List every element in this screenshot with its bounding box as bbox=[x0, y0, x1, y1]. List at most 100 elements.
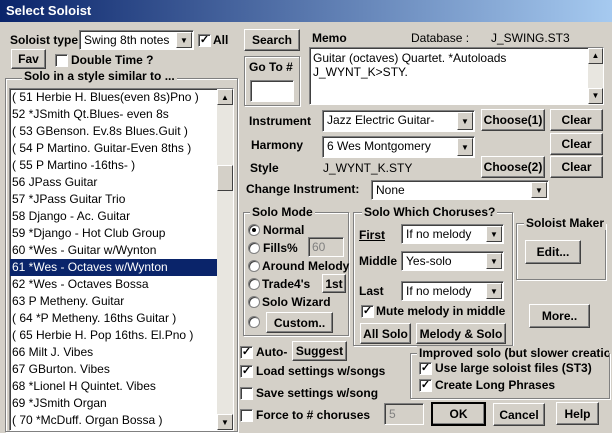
harmony-chevron-down-icon[interactable]: ▼ bbox=[457, 138, 473, 156]
fills-radio[interactable] bbox=[248, 242, 260, 254]
solo-list-header: Solo in a style similar to ... bbox=[22, 69, 177, 83]
list-item[interactable]: 69 *JSmith Organ bbox=[10, 395, 218, 412]
memo-scroll-down-icon[interactable]: ▼ bbox=[588, 88, 603, 104]
fills-percent-input[interactable]: 60 bbox=[308, 237, 344, 257]
last-chevron-down-icon[interactable]: ▼ bbox=[486, 283, 502, 299]
list-item[interactable]: ( 51 Herbie H. Blues(even 8s)Pno ) bbox=[10, 89, 218, 106]
list-item[interactable]: ( 64 *P Metheny. 16ths Guitar ) bbox=[10, 310, 218, 327]
choose-instrument-button[interactable]: Choose(1) bbox=[481, 109, 545, 131]
soloist-maker-title: Soloist Maker bbox=[524, 216, 607, 230]
scroll-down-icon[interactable]: ▼ bbox=[217, 414, 233, 430]
soloist-type-label: Soloist type bbox=[10, 33, 79, 47]
fav-button[interactable]: Fav bbox=[11, 49, 46, 69]
custom-button[interactable]: Custom.. bbox=[266, 312, 333, 333]
goto-input[interactable] bbox=[250, 80, 294, 102]
soloist-listbox[interactable]: ( 51 Herbie H. Blues(even 8s)Pno ) 52 *JS… bbox=[9, 88, 234, 431]
all-checkbox[interactable]: ✓ bbox=[198, 34, 211, 47]
more-button[interactable]: More.. bbox=[529, 304, 590, 328]
save-settings-label: Save settings w/song bbox=[256, 386, 379, 400]
improved-solo-title: Improved solo (but slower creation) bbox=[417, 346, 609, 360]
instrument-select[interactable]: Jazz Electric Guitar- ▼ bbox=[322, 110, 475, 132]
clear-style-button[interactable]: Clear bbox=[550, 156, 603, 178]
first-chevron-down-icon[interactable]: ▼ bbox=[486, 226, 502, 242]
long-phrases-checkbox[interactable]: ✓ bbox=[419, 379, 432, 392]
memo-scroll-up-icon[interactable]: ▲ bbox=[588, 48, 603, 64]
first-chorus-select[interactable]: If no melody ▼ bbox=[401, 224, 504, 244]
load-settings-checkbox[interactable]: ✓ bbox=[240, 365, 253, 378]
list-item[interactable]: 63 P Metheny. Guitar bbox=[10, 293, 218, 310]
database-label: Database : bbox=[411, 31, 470, 45]
instrument-chevron-down-icon[interactable]: ▼ bbox=[457, 112, 473, 130]
trade-first-button[interactable]: 1st bbox=[322, 274, 346, 293]
list-item[interactable]: 59 *Django - Hot Club Group bbox=[10, 225, 218, 242]
auto-checkbox[interactable]: ✓ bbox=[240, 346, 253, 359]
harmony-select[interactable]: 6 Wes Montgomery ▼ bbox=[322, 136, 475, 158]
ok-button[interactable]: OK bbox=[431, 402, 486, 426]
list-scrollbar[interactable]: ▲ ▼ bbox=[217, 89, 233, 430]
list-item[interactable]: ( 65 Herbie H. Pop 16ths. El.Pno ) bbox=[10, 327, 218, 344]
choruses-title: Solo Which Choruses? bbox=[362, 205, 498, 219]
suggest-button[interactable]: Suggest bbox=[292, 341, 347, 361]
force-choruses-checkbox[interactable] bbox=[240, 409, 253, 422]
all-label: All bbox=[213, 33, 229, 47]
select-soloist-dialog: Select Soloist Soloist type Swing 8th no… bbox=[0, 0, 612, 433]
chevron-down-icon[interactable]: ▼ bbox=[176, 32, 192, 48]
middle-chevron-down-icon[interactable]: ▼ bbox=[486, 253, 502, 269]
custom-radio[interactable] bbox=[248, 316, 260, 328]
list-item[interactable]: 52 *JSmith Qt.Blues- even 8s bbox=[10, 106, 218, 123]
scroll-thumb[interactable] bbox=[217, 165, 233, 191]
memo-textbox[interactable]: Guitar (octaves) Quartet. *Autoloads J_W… bbox=[309, 47, 604, 105]
melody-and-solo-button[interactable]: Melody & Solo bbox=[416, 323, 506, 344]
clear-instrument-button[interactable]: Clear bbox=[550, 109, 603, 131]
list-item[interactable]: 71 *B Goodman Quintet- Clarinet bbox=[10, 429, 218, 430]
help-button[interactable]: Help bbox=[556, 402, 599, 425]
list-item[interactable]: ( 70 *McDuff. Organ Bossa ) bbox=[10, 412, 218, 429]
load-settings-label: Load settings w/songs bbox=[256, 364, 386, 378]
instrument-label: Instrument bbox=[249, 114, 312, 128]
list-item[interactable]: ( 53 GBenson. Ev.8s Blues.Guit ) bbox=[10, 123, 218, 140]
soloist-maker-edit-button[interactable]: Edit... bbox=[525, 240, 581, 264]
solo-mode-title: Solo Mode bbox=[250, 205, 315, 219]
change-instrument-select[interactable]: None ▼ bbox=[371, 180, 549, 200]
scroll-up-icon[interactable]: ▲ bbox=[217, 89, 233, 105]
middle-chorus-select[interactable]: Yes-solo ▼ bbox=[401, 251, 504, 271]
auto-label: Auto- bbox=[256, 345, 288, 359]
save-settings-checkbox[interactable] bbox=[240, 387, 253, 400]
list-item[interactable]: ( 54 P Martino. Guitar-Even 8ths ) bbox=[10, 140, 218, 157]
style-value: J_WYNT_K.STY bbox=[323, 161, 413, 175]
list-item[interactable]: 68 *Lionel H Quintet. Vibes bbox=[10, 378, 218, 395]
last-chorus-select[interactable]: If no melody ▼ bbox=[401, 281, 504, 301]
list-item[interactable]: 60 *Wes - Guitar w/Wynton bbox=[10, 242, 218, 259]
list-item[interactable]: 57 *JPass Guitar Trio bbox=[10, 191, 218, 208]
double-time-checkbox[interactable] bbox=[55, 54, 68, 67]
trade-radio[interactable] bbox=[248, 278, 260, 290]
list-item[interactable]: 67 GBurton. Vibes bbox=[10, 361, 218, 378]
memo-text: Guitar (octaves) Quartet. *Autoloads J_W… bbox=[313, 51, 507, 79]
normal-radio[interactable] bbox=[248, 224, 260, 236]
list-item[interactable]: 62 *Wes - Octaves Bossa bbox=[10, 276, 218, 293]
all-solo-button[interactable]: All Solo bbox=[360, 323, 411, 344]
search-button[interactable]: Search bbox=[244, 29, 300, 51]
clear-harmony-button[interactable]: Clear bbox=[550, 133, 603, 155]
list-item[interactable]: 66 Milt J. Vibes bbox=[10, 344, 218, 361]
mute-melody-checkbox[interactable]: ✓ bbox=[361, 305, 374, 318]
soloist-type-select[interactable]: Swing 8th notes ▼ bbox=[79, 30, 194, 50]
choose-style-button[interactable]: Choose(2) bbox=[481, 156, 545, 178]
solo-wizard-label: Solo Wizard bbox=[262, 295, 331, 309]
large-files-checkbox[interactable]: ✓ bbox=[419, 362, 432, 375]
list-item[interactable]: 58 Django - Ac. Guitar bbox=[10, 208, 218, 225]
list-item[interactable]: 56 JPass Guitar bbox=[10, 174, 218, 191]
memo-scrollbar[interactable]: ▲ ▼ bbox=[588, 48, 603, 104]
cancel-button[interactable]: Cancel bbox=[493, 403, 545, 426]
change-instrument-chevron-down-icon[interactable]: ▼ bbox=[531, 182, 547, 198]
solo-wizard-radio[interactable] bbox=[248, 296, 260, 308]
goto-label: Go To # bbox=[249, 60, 293, 74]
around-melody-radio[interactable] bbox=[248, 260, 260, 272]
mute-melody-label: Mute melody in middle bbox=[376, 304, 506, 318]
force-choruses-input[interactable]: 5 bbox=[384, 403, 424, 425]
last-chorus-value: If no melody bbox=[406, 284, 472, 298]
list-item[interactable]: 61 *Wes - Octaves w/Wynton bbox=[10, 259, 218, 276]
force-choruses-label: Force to # choruses bbox=[256, 408, 371, 422]
list-item[interactable]: ( 55 P Martino -16ths- ) bbox=[10, 157, 218, 174]
change-instrument-value: None bbox=[376, 183, 405, 197]
